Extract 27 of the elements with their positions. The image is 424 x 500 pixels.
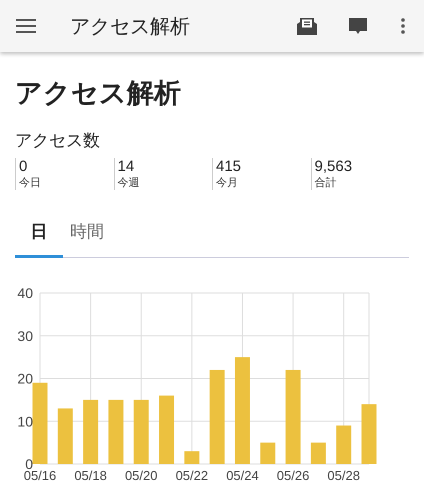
stat-label: 今日 (19, 176, 42, 190)
stat-label: 今月 (216, 176, 239, 190)
stat-value: 0 (19, 158, 28, 176)
axis-label: 05/24 (226, 468, 259, 482)
axis-label: 30 (17, 327, 33, 344)
stat-value: 9,563 (314, 158, 354, 176)
stat-value: 14 (118, 158, 136, 176)
mail-icon[interactable] (297, 17, 317, 35)
stat-label: 合計 (314, 176, 338, 190)
axis-label: 40 (17, 284, 33, 300)
stat-value: 415 (216, 158, 242, 176)
axis-label: 05/18 (74, 468, 107, 482)
chat-icon[interactable] (348, 17, 368, 35)
tab[interactable]: 時間 (63, 220, 111, 258)
axis-label: 05/20 (124, 468, 158, 482)
section-label: アクセス数 (15, 130, 101, 152)
tab[interactable]: 日 (15, 220, 63, 258)
menu-icon[interactable] (16, 18, 36, 34)
axis-label: 05/26 (276, 468, 310, 482)
stat-label: 今週 (118, 176, 140, 190)
app-bar-title: アクセス解析 (70, 14, 191, 40)
axis-label: 05/22 (176, 468, 208, 482)
axis-label: 05/28 (327, 468, 360, 482)
more-icon[interactable] (401, 18, 405, 34)
axis-label: 10 (17, 412, 33, 429)
axis-label: 20 (17, 370, 33, 386)
page-heading: アクセス解析 (15, 77, 182, 110)
